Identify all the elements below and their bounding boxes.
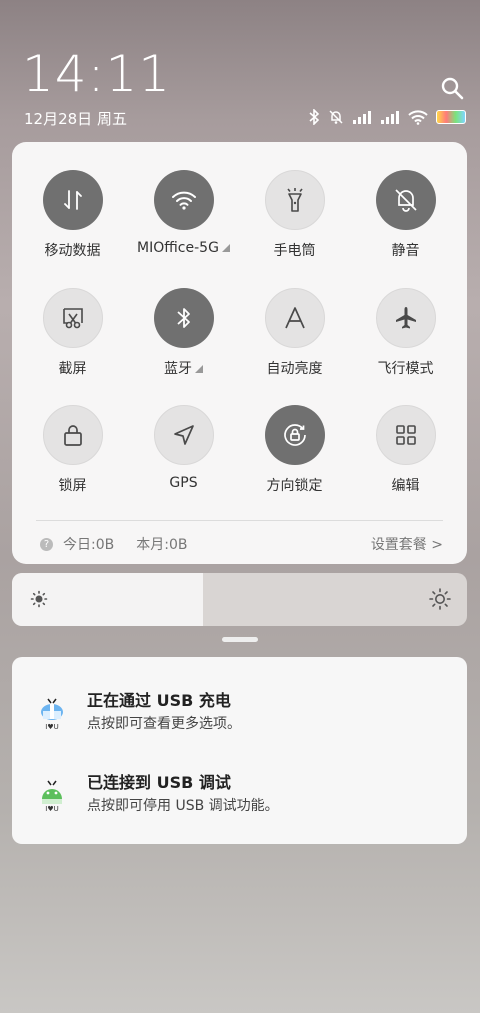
data-usage: ? 今日:0B 本月:0B xyxy=(40,534,187,554)
tile-edit-grid[interactable]: 编辑 xyxy=(350,405,461,495)
bluetooth-icon[interactable] xyxy=(153,288,214,348)
mute-icon[interactable] xyxy=(375,170,436,230)
tile-rotation-lock[interactable]: 方向锁定 xyxy=(239,405,350,495)
notification-usb-charging[interactable]: I♥U 正在通过 USB 充电 点按即可查看更多选项。 xyxy=(12,687,467,747)
screenshot-icon[interactable] xyxy=(42,288,103,348)
tile-label: 编辑 xyxy=(350,475,461,495)
usb-debug-icon: I♥U xyxy=(38,779,66,813)
tile-label-text: GPS xyxy=(169,475,198,491)
help-icon[interactable]: ? xyxy=(40,537,53,551)
tile-lock[interactable]: 锁屏 xyxy=(17,405,128,495)
tile-label-text: 蓝牙 xyxy=(164,361,192,377)
divider xyxy=(36,520,443,521)
notification-card: I♥U 正在通过 USB 充电 点按即可查看更多选项。 I♥U 已连接到 USB… xyxy=(12,657,467,844)
tile-label: 自动亮度 xyxy=(239,358,350,378)
tile-label: 方向锁定 xyxy=(239,475,350,495)
search-icon[interactable] xyxy=(440,76,464,100)
tile-label-text: 移动数据 xyxy=(44,243,101,259)
tile-label: 飞行模式 xyxy=(350,358,461,378)
auto-brightness-icon[interactable] xyxy=(264,288,325,348)
notification-subtitle: 点按即可查看更多选项。 xyxy=(87,716,241,732)
usage-today: 今日:0B xyxy=(63,537,115,553)
usb-charge-icon: I♥U xyxy=(38,697,66,731)
tile-mute[interactable]: 静音 xyxy=(350,170,461,260)
notification-usb-debugging[interactable]: I♥U 已连接到 USB 调试 点按即可停用 USB 调试功能。 xyxy=(12,769,467,829)
date: 12月28日 周五 xyxy=(24,110,127,128)
tile-label-text: 飞行模式 xyxy=(377,361,434,377)
tile-label-text: 截屏 xyxy=(58,361,87,377)
battery-icon xyxy=(436,110,466,124)
notification-subtitle: 点按即可停用 USB 调试功能。 xyxy=(87,798,279,814)
tile-flashlight[interactable]: 手电筒 xyxy=(239,170,350,260)
quick-settings-panel: 移动数据 MIOffice-5G 手电筒 静音截屏 蓝牙 自动亮度 飞行模式锁屏 GPS 方向锁… xyxy=(12,142,467,564)
edit-grid-icon[interactable] xyxy=(375,405,436,465)
signal-icon xyxy=(352,110,372,124)
tile-label: 蓝牙 xyxy=(128,358,239,378)
tile-label: 移动数据 xyxy=(17,240,128,260)
tile-label-text: MIOffice-5G xyxy=(137,240,219,256)
signal-icon xyxy=(380,110,400,124)
notification-title: 已连接到 USB 调试 xyxy=(87,773,231,792)
tile-wifi[interactable]: MIOffice-5G xyxy=(128,170,239,256)
wifi-icon xyxy=(408,109,428,125)
notification-title: 正在通过 USB 充电 xyxy=(87,691,231,710)
mobile-data-icon[interactable] xyxy=(42,170,103,230)
usage-month: 本月:0B xyxy=(136,537,188,553)
tile-label: 静音 xyxy=(350,240,461,260)
drag-handle[interactable] xyxy=(222,637,258,642)
gps-icon[interactable] xyxy=(153,405,214,465)
svg-text:I♥U: I♥U xyxy=(45,805,58,813)
tile-mobile-data[interactable]: 移动数据 xyxy=(17,170,128,260)
tile-label: 截屏 xyxy=(17,358,128,378)
tile-label: GPS xyxy=(128,475,239,491)
expand-triangle-icon[interactable] xyxy=(221,244,230,252)
expand-triangle-icon[interactable] xyxy=(195,365,203,373)
tile-label-text: 自动亮度 xyxy=(266,361,323,377)
tile-label: 锁屏 xyxy=(17,475,128,495)
tile-label-text: 方向锁定 xyxy=(266,478,323,494)
tile-bluetooth[interactable]: 蓝牙 xyxy=(128,288,239,378)
tile-airplane[interactable]: 飞行模式 xyxy=(350,288,461,378)
brightness-low-icon xyxy=(30,590,48,612)
rotation-lock-icon[interactable] xyxy=(264,405,325,465)
plan-settings-link[interactable]: 设置套餐 > xyxy=(371,534,443,554)
brightness-slider[interactable] xyxy=(12,573,467,626)
svg-text:I♥U: I♥U xyxy=(45,723,58,731)
tile-screenshot[interactable]: 截屏 xyxy=(17,288,128,378)
brightness-high-icon xyxy=(429,588,451,614)
tile-label-text: 锁屏 xyxy=(58,478,87,494)
tile-label: 手电筒 xyxy=(239,240,350,260)
wifi-icon[interactable] xyxy=(153,170,214,230)
tile-gps[interactable]: GPS xyxy=(128,405,239,491)
lock-icon[interactable] xyxy=(42,405,103,465)
tile-label-text: 静音 xyxy=(391,243,420,259)
status-icons xyxy=(308,108,466,126)
tile-label-text: 手电筒 xyxy=(273,243,316,259)
tile-auto-brightness[interactable]: 自动亮度 xyxy=(239,288,350,378)
bluetooth-icon xyxy=(308,109,320,125)
tile-label-text: 编辑 xyxy=(391,478,420,494)
mute-icon xyxy=(328,109,344,125)
tile-label: MIOffice-5G xyxy=(128,240,239,256)
clock: 14:11 xyxy=(22,45,172,103)
flashlight-icon[interactable] xyxy=(264,170,325,230)
airplane-icon[interactable] xyxy=(375,288,436,348)
